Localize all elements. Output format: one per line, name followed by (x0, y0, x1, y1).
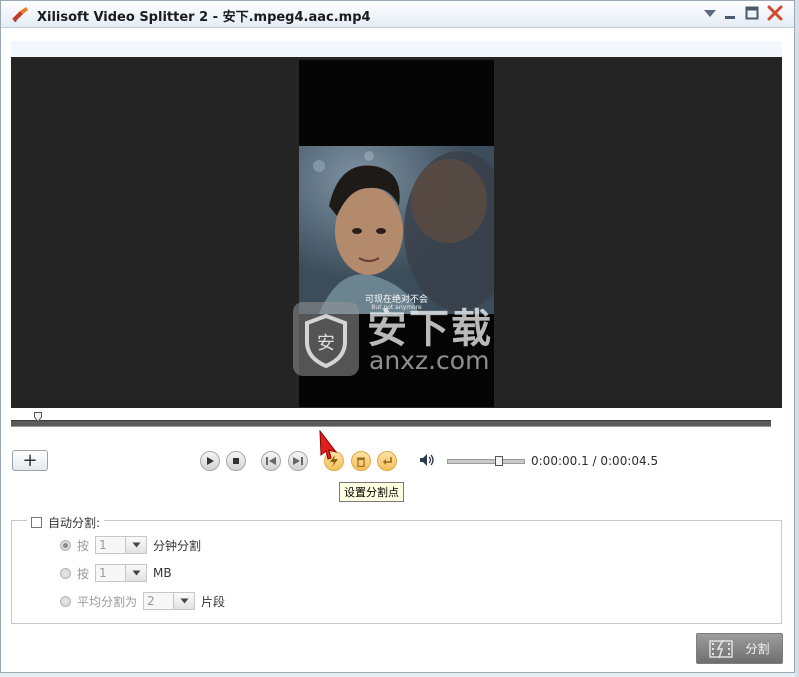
size-spin-box[interactable]: 1 (95, 564, 148, 582)
timeline-track[interactable] (11, 420, 771, 427)
split-by-minutes-suffix: 分钟分割 (153, 538, 202, 553)
chevron-down-icon[interactable] (125, 565, 147, 581)
play-button[interactable] (200, 451, 220, 471)
tooltip: 设置分割点 (339, 482, 404, 502)
undo-button[interactable] (377, 451, 397, 471)
minimize-icon[interactable] (721, 4, 739, 22)
split-by-size-radio[interactable] (60, 567, 71, 579)
mouse-cursor-arrow-icon (319, 430, 338, 460)
split-by-minutes-row: 按 1 分钟分割 (60, 536, 201, 554)
stop-button[interactable] (226, 451, 246, 471)
split-by-size-suffix: MB (153, 566, 172, 580)
split-by-size-prefix: 按 (77, 566, 90, 581)
split-evenly-row: 平均分割为 2 片段 (60, 592, 225, 610)
auto-split-checkbox[interactable] (31, 517, 42, 528)
maximize-icon[interactable] (743, 4, 761, 22)
split-evenly-radio[interactable] (60, 595, 71, 607)
volume-slider-thumb[interactable] (495, 456, 503, 466)
skip-back-icon (266, 457, 276, 465)
background-window-edge (795, 0, 799, 677)
close-icon[interactable] (766, 4, 784, 22)
delete-split-button[interactable] (351, 451, 371, 471)
split-by-minutes-prefix: 按 (77, 538, 90, 553)
chevron-down-icon[interactable] (125, 537, 147, 553)
shield-logo-icon: 安 (293, 302, 359, 376)
segments-value: 2 (147, 594, 155, 608)
time-display: 0:00:00.1 / 0:00:04.5 (531, 454, 659, 468)
watermark: 安 安下载 anxz.com (291, 296, 506, 378)
video-image (299, 146, 494, 314)
play-icon (207, 457, 214, 465)
next-button[interactable] (288, 451, 308, 471)
size-value: 1 (99, 566, 107, 580)
app-logo-icon (12, 7, 28, 22)
film-split-icon (709, 639, 734, 658)
volume-slider-track[interactable] (447, 459, 525, 464)
split-by-size-row: 按 1 MB (60, 564, 172, 582)
minutes-value: 1 (99, 538, 107, 552)
previous-button[interactable] (261, 451, 281, 471)
split-button-label: 分割 (745, 642, 770, 656)
minutes-spin-box[interactable]: 1 (95, 536, 148, 554)
add-split-button[interactable]: + (12, 450, 48, 471)
split-by-minutes-radio[interactable] (60, 539, 71, 551)
split-button[interactable]: 分割 (696, 633, 783, 664)
skip-forward-icon (293, 457, 303, 465)
return-arrow-icon (382, 457, 392, 465)
menu-dropdown-icon[interactable] (701, 4, 719, 22)
window-title: Xilisoft Video Splitter 2 - 安下.mpeg4.aac… (37, 10, 371, 25)
stop-icon (233, 458, 239, 464)
watermark-url: anxz.com (369, 346, 490, 375)
split-evenly-suffix: 片段 (201, 594, 226, 609)
title-bar[interactable]: Xilisoft Video Splitter 2 - 安下.mpeg4.aac… (1, 1, 794, 28)
auto-split-legend[interactable]: 自动分割: (27, 514, 105, 531)
volume-icon[interactable] (419, 453, 435, 467)
svg-text:安: 安 (317, 333, 335, 354)
split-evenly-prefix: 平均分割为 (77, 594, 138, 609)
trash-icon (357, 457, 365, 467)
timeline-position-marker[interactable] (34, 412, 42, 422)
preview-header-strip (11, 41, 782, 57)
auto-split-label: 自动分割: (48, 516, 101, 530)
segments-spin-box[interactable]: 2 (143, 592, 196, 610)
chevron-down-icon[interactable] (173, 593, 195, 609)
